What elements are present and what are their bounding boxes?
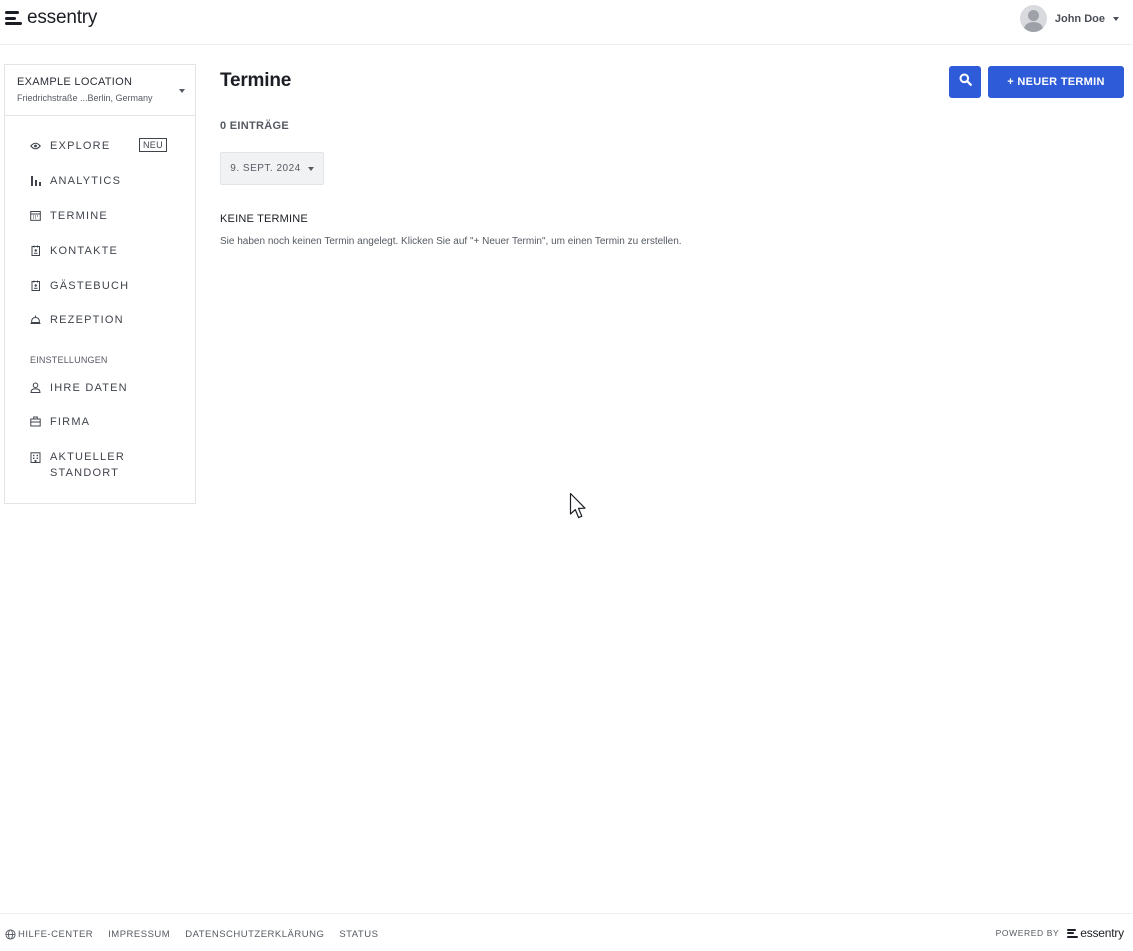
eye-icon bbox=[30, 140, 41, 151]
sidebar: EXAMPLE LOCATION Friedrichstraße ...Berl… bbox=[4, 64, 196, 504]
sidebar-item-label-line2: STANDORT bbox=[50, 467, 120, 479]
sidebar-item-ihre-daten[interactable]: IHRE DATEN bbox=[30, 382, 128, 394]
footer-link-impressum[interactable]: IMPRESSUM bbox=[108, 929, 170, 940]
date-picker-button[interactable]: 9. SEPT. 2024 bbox=[220, 152, 324, 185]
sidebar-item-label: GÄSTEBUCH bbox=[50, 280, 130, 292]
sidebar-item-firma[interactable]: FIRMA bbox=[30, 416, 90, 428]
avatar bbox=[1019, 5, 1047, 32]
reception-bell-icon bbox=[30, 314, 41, 325]
powered-by: POWERED BY essentry bbox=[995, 926, 1125, 940]
sidebar-item-label: REZEPTION bbox=[50, 314, 124, 326]
sidebar-item-kontakte[interactable]: KONTAKTE bbox=[30, 245, 118, 257]
brand-logo[interactable]: essentry bbox=[5, 7, 97, 29]
top-bar: essentry John Doe bbox=[0, 0, 1133, 45]
entries-count: 0 EINTRÄGE bbox=[220, 120, 290, 132]
guestbook-icon bbox=[30, 280, 41, 291]
contact-book-icon bbox=[30, 245, 41, 256]
brand-name: essentry bbox=[27, 7, 98, 28]
location-name: EXAMPLE LOCATION bbox=[17, 76, 133, 88]
chevron-down-icon bbox=[1113, 16, 1119, 21]
sidebar-item-rezeption[interactable]: REZEPTION bbox=[30, 314, 124, 326]
sidebar-item-explore[interactable]: EXPLORE bbox=[30, 140, 110, 152]
mouse-cursor-icon bbox=[569, 492, 589, 525]
user-menu[interactable]: John Doe bbox=[1019, 5, 1119, 32]
sidebar-item-termine[interactable]: TERMINE bbox=[30, 210, 108, 222]
page-title: Termine bbox=[220, 70, 292, 91]
location-selector[interactable]: EXAMPLE LOCATION Friedrichstraße ...Berl… bbox=[5, 65, 195, 116]
search-button[interactable] bbox=[949, 66, 981, 98]
footer-link-status[interactable]: STATUS bbox=[339, 929, 378, 940]
empty-state-text: Sie haben noch keinen Termin angelegt. K… bbox=[220, 236, 682, 247]
person-icon bbox=[30, 382, 41, 393]
sidebar-item-label: ANALYTICS bbox=[50, 175, 122, 187]
sidebar-item-label: EXPLORE bbox=[50, 140, 111, 152]
building-icon bbox=[30, 452, 41, 463]
logo-mark-icon bbox=[1067, 928, 1079, 938]
globe-icon bbox=[5, 929, 16, 940]
logo-mark-icon bbox=[5, 11, 23, 25]
chevron-down-icon bbox=[307, 166, 314, 171]
date-value: 9. SEPT. 2024 bbox=[230, 163, 301, 174]
sidebar-item-label: IHRE DATEN bbox=[50, 382, 128, 394]
powered-by-label: POWERED BY bbox=[995, 928, 1060, 938]
bar-chart-icon bbox=[30, 175, 41, 186]
search-icon bbox=[959, 73, 972, 91]
new-appointment-button[interactable]: + NEUER TERMIN bbox=[988, 66, 1124, 98]
location-address: Friedrichstraße ...Berlin, Germany bbox=[17, 93, 153, 103]
sidebar-item-label: FIRMA bbox=[50, 416, 91, 428]
empty-state-title: KEINE TERMINE bbox=[220, 213, 308, 225]
settings-section-label: EINSTELLUNGEN bbox=[30, 355, 108, 365]
footer-link-privacy[interactable]: DATENSCHUTZERKLÄRUNG bbox=[185, 929, 324, 940]
sidebar-item-label: TERMINE bbox=[50, 210, 108, 222]
sidebar-item-aktueller-standort[interactable]: AKTUELLER STANDORT bbox=[30, 449, 125, 481]
footer: HILFE-CENTER IMPRESSUM DATENSCHUTZERKLÄR… bbox=[0, 913, 1133, 951]
user-name: John Doe bbox=[1054, 12, 1105, 25]
calendar-icon bbox=[30, 210, 41, 221]
footer-logo[interactable]: essentry bbox=[1067, 926, 1124, 940]
sidebar-item-label-line1: AKTUELLER bbox=[50, 451, 125, 463]
sidebar-item-label: KONTAKTE bbox=[50, 245, 119, 257]
briefcase-icon bbox=[30, 416, 41, 427]
chevron-down-icon bbox=[179, 89, 185, 93]
sidebar-item-label: AKTUELLER STANDORT bbox=[50, 449, 125, 481]
footer-link-help-center[interactable]: HILFE-CENTER bbox=[18, 929, 93, 940]
new-badge: NEU bbox=[139, 138, 167, 152]
sidebar-item-gastebuch[interactable]: GÄSTEBUCH bbox=[30, 280, 129, 292]
footer-links: HILFE-CENTER IMPRESSUM DATENSCHUTZERKLÄR… bbox=[5, 929, 393, 940]
sidebar-item-analytics[interactable]: ANALYTICS bbox=[30, 175, 121, 187]
footer-brand-name: essentry bbox=[1080, 926, 1124, 940]
